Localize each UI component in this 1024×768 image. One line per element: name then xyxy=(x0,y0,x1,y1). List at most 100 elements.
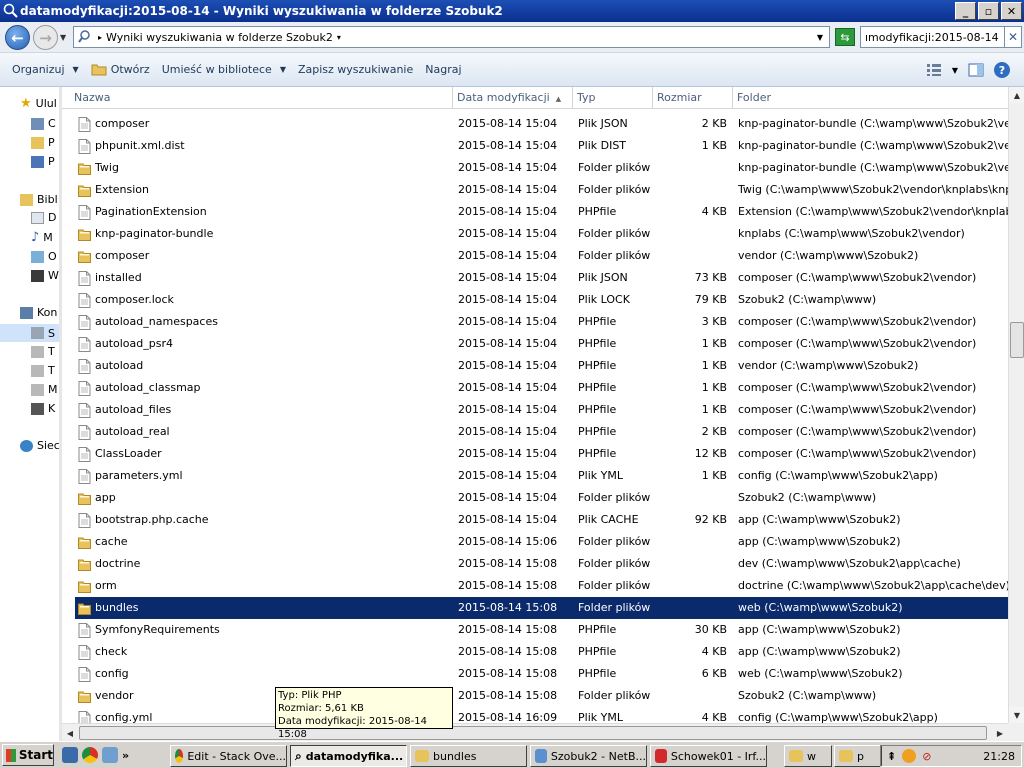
file-name-cell[interactable]: parameters.yml xyxy=(78,465,448,487)
scroll-down-button[interactable]: ▼ xyxy=(1009,707,1024,723)
file-name-cell[interactable]: SymfonyRequirements xyxy=(78,619,448,641)
file-name-cell[interactable]: bundles xyxy=(78,597,448,619)
chrome-icon[interactable] xyxy=(82,747,98,763)
file-name-cell[interactable]: app xyxy=(78,487,448,509)
file-name-cell[interactable]: Extension xyxy=(78,179,448,201)
maximize-button[interactable]: ▫ xyxy=(978,2,999,20)
title-bar[interactable]: datamodyfikacji:2015-08-14 - Wyniki wysz… xyxy=(0,0,1024,22)
open-button[interactable]: Otwórz xyxy=(91,63,150,76)
volume-muted-icon[interactable]: ⊘ xyxy=(922,750,931,763)
file-row[interactable]: phpunit.xml.dist 2015-08-14 15:04 Plik DIS… xyxy=(75,135,1008,157)
file-row[interactable]: config.yml 2015-08-14 16:09 Plik YML 4 KB co… xyxy=(75,707,1008,723)
tray-app-icon[interactable] xyxy=(902,749,917,763)
help-button[interactable]: ? xyxy=(994,62,1010,78)
tray-expand-icon[interactable]: ⇞ xyxy=(887,750,896,763)
file-row[interactable]: SymfonyRequirements 2015-08-14 15:08 PHPfi… xyxy=(75,619,1008,641)
file-row[interactable]: config 2015-08-14 15:08 PHPfile 6 KB web (C:… xyxy=(75,663,1008,685)
file-name-cell[interactable]: bootstrap.php.cache xyxy=(78,509,448,531)
file-name-cell[interactable]: check xyxy=(78,641,448,663)
quick-launch-more[interactable]: » xyxy=(122,749,129,762)
clear-search-button[interactable]: ✕ xyxy=(1004,26,1022,48)
view-options-icon[interactable] xyxy=(926,63,942,77)
file-row[interactable]: ClassLoader 2015-08-14 15:04 PHPfile 12 KB c… xyxy=(75,443,1008,465)
organize-button[interactable]: Organizuj ▼ xyxy=(12,63,79,76)
file-name-cell[interactable]: config xyxy=(78,663,448,685)
file-list[interactable]: Nazwa Data modyfikacji ▲ Typ Rozmiar Fold… xyxy=(62,87,1008,723)
file-row[interactable]: composer 2015-08-14 15:04 Plik JSON 2 KB knp… xyxy=(75,113,1008,135)
chevron-down-icon[interactable]: ▾ xyxy=(337,33,341,42)
nav-fav-item[interactable]: P xyxy=(31,155,55,168)
file-name-cell[interactable]: cache xyxy=(78,531,448,553)
taskbar-button-bundles[interactable]: bundles xyxy=(410,745,527,767)
view-dropdown[interactable]: ▼ xyxy=(952,66,958,75)
nav-lib-item[interactable]: W xyxy=(31,269,59,282)
file-row[interactable]: autoload 2015-08-14 15:04 PHPfile 1 KB vendo… xyxy=(75,355,1008,377)
minimize-button[interactable]: _ xyxy=(955,2,976,20)
file-name-cell[interactable]: autoload_classmap xyxy=(78,377,448,399)
file-row[interactable]: installed 2015-08-14 15:04 Plik JSON 73 KB c… xyxy=(75,267,1008,289)
file-name-cell[interactable]: autoload_namespaces xyxy=(78,311,448,333)
file-row[interactable]: composer 2015-08-14 15:04 Folder plików ven… xyxy=(75,245,1008,267)
file-name-cell[interactable]: phpunit.xml.dist xyxy=(78,135,448,157)
nav-comp-item[interactable]: S xyxy=(0,324,59,342)
file-name-cell[interactable]: ClassLoader xyxy=(78,443,448,465)
taskbar-button-irfanview[interactable]: Schowek01 - Irf... xyxy=(650,745,767,767)
file-row[interactable]: orm 2015-08-14 15:08 Folder plików doctrine… xyxy=(75,575,1008,597)
taskbar-button-folder-w[interactable]: w xyxy=(784,745,832,767)
nav-comp-item[interactable]: M xyxy=(31,383,58,396)
chevron-right-icon[interactable]: ▸ xyxy=(98,33,102,42)
file-name-cell[interactable]: installed xyxy=(78,267,448,289)
column-header-size[interactable]: Rozmiar xyxy=(653,87,733,109)
file-row[interactable]: knp-paginator-bundle 2015-08-14 15:04 Fold… xyxy=(75,223,1008,245)
clock[interactable]: 21:28 xyxy=(983,750,1015,763)
file-name-cell[interactable]: autoload_real xyxy=(78,421,448,443)
scroll-left-button[interactable]: ◀ xyxy=(62,725,78,741)
taskbar-button-netbeans[interactable]: Szobuk2 - NetB... xyxy=(530,745,647,767)
file-row[interactable]: autoload_namespaces 2015-08-14 15:04 PHPfi… xyxy=(75,311,1008,333)
file-row[interactable]: autoload_real 2015-08-14 15:04 PHPfile 2 KB… xyxy=(75,421,1008,443)
file-row[interactable]: bundles 2015-08-14 15:08 Folder plików web … xyxy=(75,597,1008,619)
nav-lib-item[interactable]: O xyxy=(31,250,57,263)
recent-pages-dropdown[interactable]: ▼ xyxy=(60,33,66,42)
refresh-button[interactable]: ⇆ xyxy=(835,28,855,46)
file-name-cell[interactable]: autoload_psr4 xyxy=(78,333,448,355)
column-header-type[interactable]: Typ xyxy=(573,87,653,109)
scroll-right-button[interactable]: ▶ xyxy=(992,725,1008,741)
preview-pane-icon[interactable] xyxy=(968,63,984,77)
vertical-scrollbar[interactable]: ▲ ▼ xyxy=(1008,87,1024,723)
save-search-button[interactable]: Zapisz wyszukiwanie xyxy=(298,63,413,76)
file-name-cell[interactable]: autoload xyxy=(78,355,448,377)
file-row[interactable]: cache 2015-08-14 15:06 Folder plików app (C… xyxy=(75,531,1008,553)
show-desktop-icon[interactable] xyxy=(62,747,78,763)
address-bar[interactable]: ▸ Wyniki wyszukiwania w folderze Szobuk2… xyxy=(73,26,830,48)
horizontal-scrollbar[interactable]: ◀ ▶ xyxy=(62,723,1008,741)
file-name-cell[interactable]: Twig xyxy=(78,157,448,179)
nav-comp-item[interactable]: T xyxy=(31,345,55,358)
file-row[interactable]: Extension 2015-08-14 15:04 Folder plików Tw… xyxy=(75,179,1008,201)
file-name-cell[interactable]: knp-paginator-bundle xyxy=(78,223,448,245)
file-row[interactable]: bootstrap.php.cache 2015-08-14 15:04 Plik … xyxy=(75,509,1008,531)
start-button[interactable]: Start xyxy=(2,744,54,766)
horizontal-scroll-thumb[interactable] xyxy=(79,726,987,740)
nav-lib-item[interactable]: ♪ M xyxy=(31,230,53,245)
file-row[interactable]: PaginationExtension 2015-08-14 15:04 PHPfi… xyxy=(75,201,1008,223)
file-row[interactable]: autoload_files 2015-08-14 15:04 PHPfile 1 K… xyxy=(75,399,1008,421)
column-header-folder[interactable]: Folder xyxy=(733,87,1008,109)
include-in-library-button[interactable]: Umieść w bibliotece ▼ xyxy=(162,63,286,76)
file-row[interactable]: parameters.yml 2015-08-14 15:04 Plik YML 1 … xyxy=(75,465,1008,487)
file-name-cell[interactable]: orm xyxy=(78,575,448,597)
address-dropdown[interactable]: ▼ xyxy=(817,33,823,42)
nav-lib-item[interactable]: D xyxy=(31,211,56,224)
file-row[interactable]: app 2015-08-14 15:04 Folder plików Szobuk2 … xyxy=(75,487,1008,509)
file-row[interactable]: doctrine 2015-08-14 15:08 Folder plików dev… xyxy=(75,553,1008,575)
nav-network[interactable]: Siec xyxy=(20,439,59,452)
column-header-name[interactable]: Nazwa xyxy=(70,87,453,109)
file-name-cell[interactable]: doctrine xyxy=(78,553,448,575)
taskbar-button-folder-p[interactable]: p xyxy=(834,745,882,767)
file-name-cell[interactable]: autoload_files xyxy=(78,399,448,421)
file-row[interactable]: Twig 2015-08-14 15:04 Folder plików knp-pag… xyxy=(75,157,1008,179)
nav-comp-item[interactable]: T xyxy=(31,364,55,377)
burn-button[interactable]: Nagraj xyxy=(425,63,461,76)
network-icon[interactable] xyxy=(102,747,118,763)
file-row[interactable]: composer.lock 2015-08-14 15:04 Plik LOCK 79… xyxy=(75,289,1008,311)
